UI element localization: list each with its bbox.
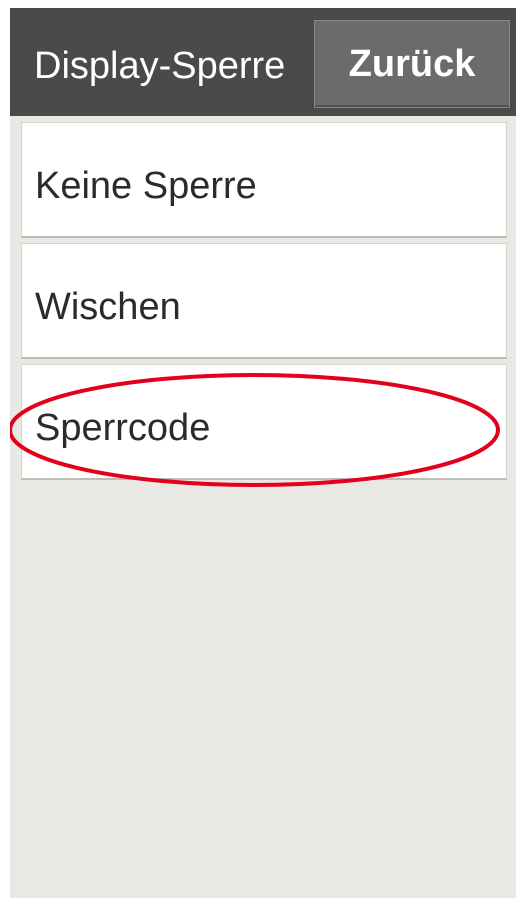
option-sperrcode[interactable]: Sperrcode: [21, 364, 507, 480]
option-label: Keine Sperre: [35, 165, 257, 207]
page-title: Display-Sperre: [34, 45, 286, 87]
option-label: Wischen: [35, 286, 181, 328]
back-button[interactable]: Zurück: [314, 20, 510, 108]
lock-options-list: Keine Sperre Wischen Sperrcode: [21, 122, 507, 485]
top-bar: Display-Sperre Zurück: [10, 8, 516, 116]
option-label: Sperrcode: [35, 407, 211, 449]
option-keine-sperre[interactable]: Keine Sperre: [21, 122, 507, 238]
phone-screen: Display-Sperre Zurück Keine Sperre Wisch…: [10, 8, 516, 898]
option-wischen[interactable]: Wischen: [21, 243, 507, 359]
